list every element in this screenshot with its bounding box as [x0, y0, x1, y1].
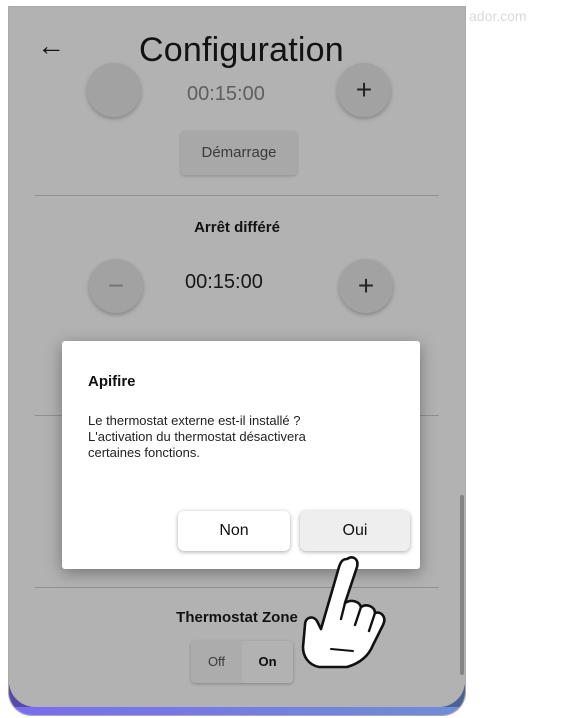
dialog-message-line: certaines fonctions.: [88, 445, 201, 460]
yes-button[interactable]: Oui: [300, 511, 410, 551]
phone-frame: ← Configuration 00:15:00 + Démarrage Arr…: [8, 6, 466, 716]
screen: ← Configuration 00:15:00 + Démarrage Arr…: [9, 7, 465, 707]
watermark: ador.com: [469, 8, 527, 24]
pointing-hand-icon: [301, 556, 386, 669]
dialog-title: Apifire: [88, 373, 136, 390]
no-button[interactable]: Non: [178, 511, 290, 551]
confirm-dialog: Apifire Le thermostat externe est-il ins…: [62, 341, 420, 569]
dialog-message-line: Le thermostat externe est-il installé ?: [88, 413, 301, 428]
dialog-message-line: L'activation du thermostat désactivera: [88, 429, 306, 444]
dialog-message: Le thermostat externe est-il installé ? …: [88, 413, 388, 461]
